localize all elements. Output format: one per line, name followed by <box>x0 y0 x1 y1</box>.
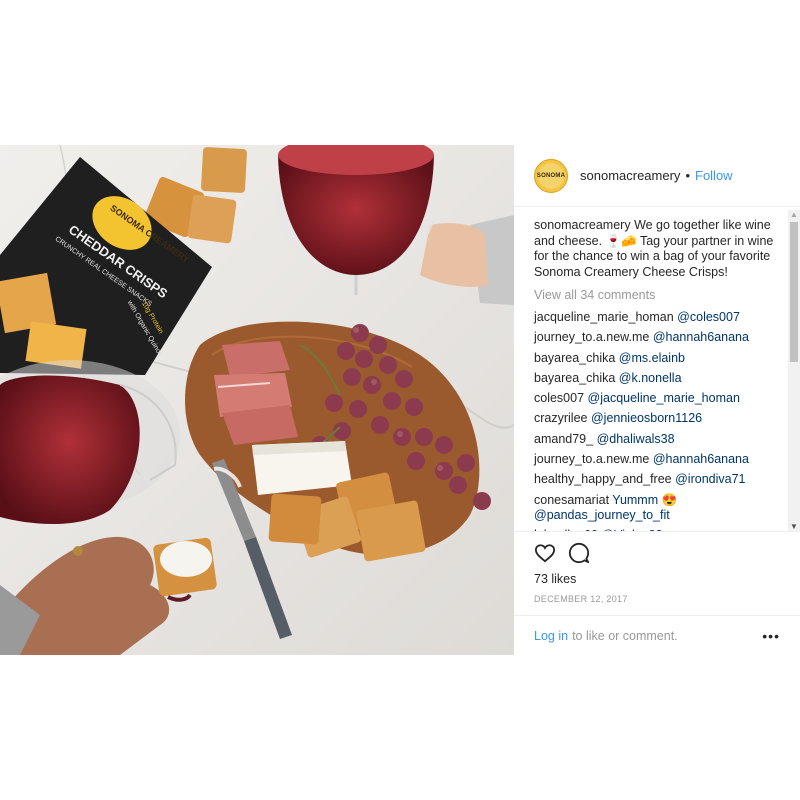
more-options-icon[interactable]: ••• <box>762 628 780 644</box>
comment-username[interactable]: healthy_happy_and_free <box>534 472 672 486</box>
login-row: Log in to like or comment. <box>514 615 800 656</box>
caption-username[interactable]: sonomacreamery <box>534 218 631 232</box>
comments-list[interactable]: sonomacreamery We go together like wine … <box>514 208 788 531</box>
comment-item: bayarea_chika @k.nonella <box>534 371 788 386</box>
scroll-up-arrow-icon[interactable]: ▲ <box>790 210 798 219</box>
comments-scrollbar[interactable]: ▲ ▼ <box>788 210 800 531</box>
action-icons <box>534 542 590 564</box>
comment-username[interactable]: crazyrilee <box>534 411 588 425</box>
comment-text[interactable]: @coles007 <box>677 310 740 324</box>
comment-item: journey_to.a.new.me @hannah6anana <box>534 330 788 345</box>
comment-username[interactable]: conesamariat <box>534 493 609 507</box>
comment-item: jacqueline_marie_homan @coles007 <box>534 310 788 325</box>
header-separator: • <box>685 168 690 183</box>
comment-username[interactable]: journey_to.a.new.me <box>534 330 649 344</box>
comment-item: coles007 @jacqueline_marie_homan <box>534 391 788 406</box>
comment-username[interactable]: bayarea_chika <box>534 371 615 385</box>
comment-username[interactable]: journey_to.a.new.me <box>534 452 649 466</box>
view-all-comments-link[interactable]: View all 34 comments <box>534 288 788 302</box>
scroll-down-arrow-icon[interactable]: ▼ <box>790 522 798 531</box>
instagram-post: SONOMA CREAMERY CHEDDAR CRISPS CRUNCHY R… <box>0 145 800 655</box>
post-sidebar: SONOMA sonomacreamery • Follow sonomacre… <box>514 145 800 655</box>
comment-item: journey_to.a.new.me @hannah6anana <box>534 452 788 467</box>
follow-button[interactable]: Follow <box>695 168 733 183</box>
comment-item: conesamariat Yummm 😍 @pandas_journey_to_… <box>534 493 788 523</box>
comment-text[interactable]: @hannah6anana <box>653 330 749 344</box>
cheese-board-photo: SONOMA CREAMERY CHEDDAR CRISPS CRUNCHY R… <box>0 145 514 655</box>
comment-text[interactable]: @hannah6anana <box>653 452 749 466</box>
likes-count[interactable]: 73 likes <box>534 572 576 586</box>
comment-username[interactable]: jacqueline_marie_homan <box>534 310 674 324</box>
login-prompt-text: to like or comment. <box>572 629 678 643</box>
comment-rows: jacqueline_marie_homan @coles007 journey_… <box>534 310 788 531</box>
post-photo[interactable]: SONOMA CREAMERY CHEDDAR CRISPS CRUNCHY R… <box>0 145 514 655</box>
post-header: SONOMA sonomacreamery • Follow <box>514 145 800 207</box>
avatar[interactable]: SONOMA <box>534 158 568 193</box>
comment-text[interactable]: @jennieosborn1126 <box>591 411 702 425</box>
comment-bubble-icon[interactable] <box>568 542 590 564</box>
comment-username[interactable]: bayarea_chika <box>534 351 615 365</box>
comment-item: healthy_happy_and_free @irondiva71 <box>534 472 788 487</box>
comment-text[interactable]: @dhaliwals38 <box>597 432 675 446</box>
comment-text[interactable]: @k.nonella <box>619 371 682 385</box>
header-username[interactable]: sonomacreamery <box>580 168 680 183</box>
avatar-logo: SONOMA <box>537 162 565 189</box>
comment-item: bayarea_chika @ms.elainb <box>534 351 788 366</box>
comment-item: crazyrilee @jennieosborn1126 <box>534 411 788 426</box>
scroll-thumb[interactable] <box>790 222 798 362</box>
caption: sonomacreamery We go together like wine … <box>534 218 788 280</box>
comment-username[interactable]: amand79_ <box>534 432 593 446</box>
comment-username[interactable]: coles007 <box>534 391 584 405</box>
comment-item: amand79_ @dhaliwals38 <box>534 432 788 447</box>
comment-text[interactable]: @ms.elainb <box>619 351 685 365</box>
comment-text[interactable]: @jacqueline_marie_homan <box>588 391 740 405</box>
post-date: DECEMBER 12, 2017 <box>534 594 628 604</box>
login-link[interactable]: Log in <box>534 629 568 643</box>
heart-icon[interactable] <box>534 542 556 564</box>
comment-text[interactable]: @irondiva71 <box>675 472 745 486</box>
post-actions: 73 likes DECEMBER 12, 2017 Log in to lik… <box>514 531 800 655</box>
